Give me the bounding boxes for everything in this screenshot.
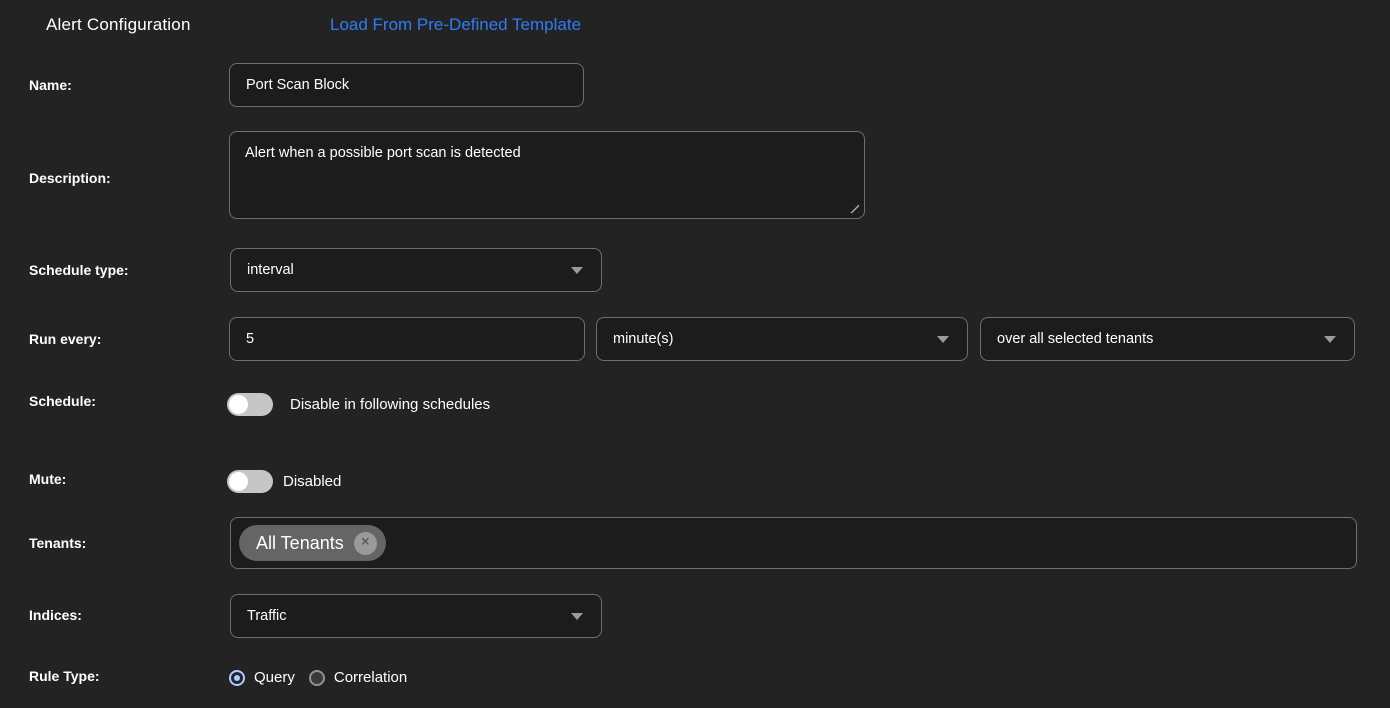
run-every-label: Run every: <box>29 331 102 347</box>
chevron-down-icon <box>1324 336 1336 343</box>
page-title: Alert Configuration <box>46 15 191 34</box>
mute-toggle[interactable] <box>227 470 273 493</box>
schedule-type-label: Schedule type: <box>29 262 129 278</box>
radio-ring <box>231 671 243 684</box>
toggle-knob <box>229 472 248 491</box>
run-every-scope-select[interactable]: over all selected tenants <box>980 317 1355 361</box>
radio-query-selected-icon[interactable] <box>229 669 245 686</box>
radio-correlation-icon[interactable] <box>308 669 325 686</box>
rule-type-label: Rule Type: <box>29 668 100 684</box>
run-every-scope-value: over all selected tenants <box>997 331 1154 347</box>
schedule-type-value: interval <box>247 262 294 278</box>
indices-label: Indices: <box>29 607 82 623</box>
radio-correlation-label: Correlation <box>333 669 408 686</box>
chevron-down-icon <box>571 267 583 274</box>
run-every-unit-select[interactable]: minute(s) <box>596 317 968 361</box>
remove-tenant-button[interactable]: × <box>353 531 377 555</box>
schedule-label: Schedule: <box>29 393 96 409</box>
radio-query-label: Query <box>254 669 295 686</box>
tenants-input[interactable]: All Tenants × <box>230 517 1357 569</box>
schedule-toggle[interactable] <box>227 393 273 416</box>
mute-toggle-label: Disabled <box>283 473 342 490</box>
name-label: Name: <box>29 77 72 93</box>
tenant-chip-label: All Tenants <box>256 532 344 553</box>
load-template-link[interactable]: Load From Pre-Defined Template <box>330 15 581 35</box>
mute-label: Mute: <box>29 471 67 487</box>
name-input[interactable] <box>229 63 584 107</box>
tenant-chip: All Tenants × <box>239 525 386 561</box>
radio-dot <box>234 674 240 681</box>
toggle-knob <box>229 395 248 414</box>
run-every-input[interactable] <box>229 317 585 361</box>
schedule-toggle-label: Disable in following schedules <box>290 396 491 413</box>
close-icon: × <box>360 533 370 551</box>
indices-select[interactable]: Traffic <box>230 594 602 638</box>
schedule-type-select[interactable]: interval <box>230 248 602 292</box>
chevron-down-icon <box>571 613 583 620</box>
description-textarea[interactable]: Alert when a possible port scan is detec… <box>230 132 864 218</box>
description-label: Description: <box>29 170 111 186</box>
tenants-label: Tenants: <box>29 535 87 551</box>
indices-value: Traffic <box>247 608 287 624</box>
run-every-unit-value: minute(s) <box>613 331 674 347</box>
alert-configuration-panel: Alert Configuration Load From Pre-Define… <box>0 0 1390 708</box>
description-field: Alert when a possible port scan is detec… <box>229 131 865 219</box>
rule-type-radio-group: Query Correlation <box>229 669 407 686</box>
chevron-down-icon <box>937 336 949 343</box>
